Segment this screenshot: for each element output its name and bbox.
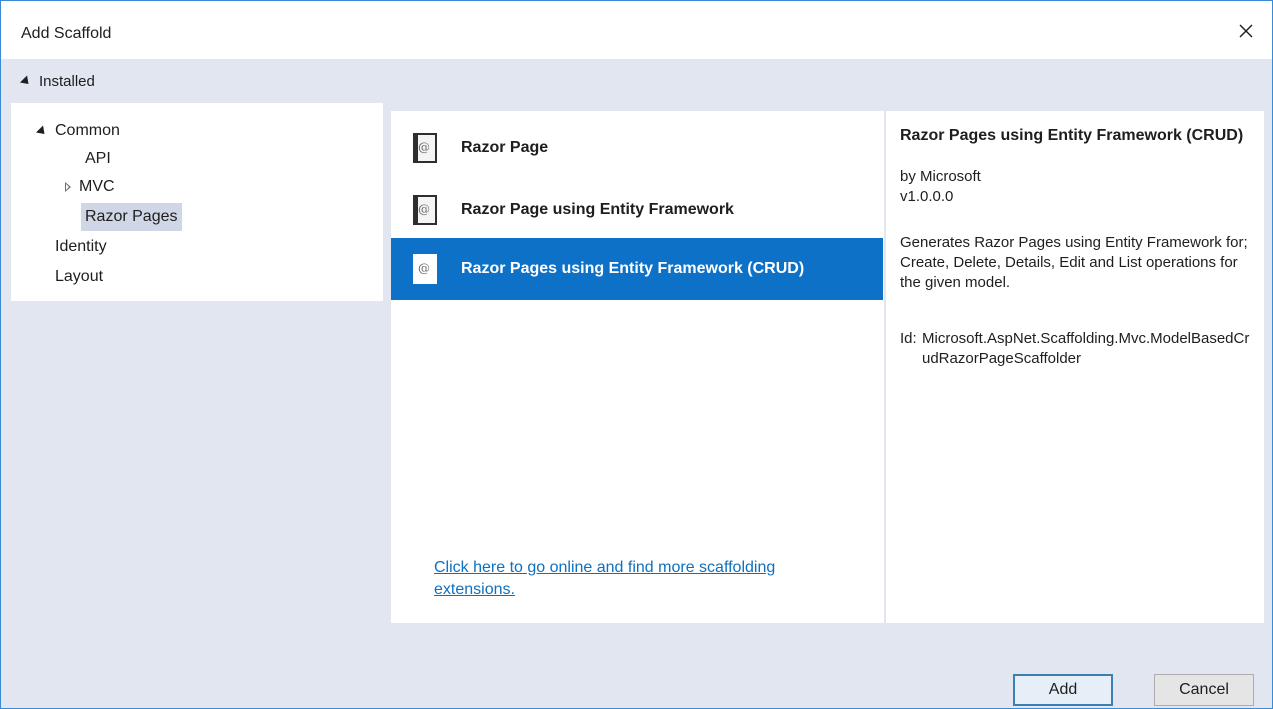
- detail-description: Generates Razor Pages using Entity Frame…: [900, 234, 1248, 291]
- collapse-arrow-icon: [19, 75, 33, 88]
- template-item-razor-page[interactable]: @ Razor Page: [391, 117, 883, 179]
- tree-item-label: Layout: [55, 268, 104, 285]
- detail-title: Razor Pages using Entity Framework (CRUD…: [900, 127, 1244, 144]
- dialog-title: Add Scaffold: [21, 25, 112, 42]
- template-list: @ Razor Page @ Razor Page using Entity F…: [391, 111, 884, 623]
- close-button[interactable]: [1232, 17, 1260, 45]
- tree-item-label: Razor Pages: [85, 208, 178, 225]
- tree-item-mvc[interactable]: MVC: [61, 173, 119, 201]
- tree-item-label: MVC: [79, 178, 115, 195]
- template-details: Razor Pages using Entity Framework (CRUD…: [885, 111, 1264, 623]
- expand-arrow-icon: [35, 124, 49, 138]
- template-label: Razor Page using Entity Framework: [461, 201, 734, 218]
- category-tree: Common API MVC Razor Pages Identity Layo…: [11, 103, 383, 301]
- tree-item-label: API: [85, 150, 111, 167]
- tree-item-layout[interactable]: Layout: [51, 263, 107, 291]
- razor-page-icon: @: [413, 133, 437, 163]
- razor-page-icon: @: [413, 195, 437, 225]
- expand-arrow-icon: [65, 182, 71, 192]
- detail-id-value: Microsoft.AspNet.Scaffolding.Mvc.ModelBa…: [922, 330, 1250, 367]
- tree-item-label: Identity: [55, 238, 107, 255]
- add-button[interactable]: Add: [1013, 674, 1113, 706]
- close-icon: [1239, 24, 1253, 38]
- detail-id-label: Id:: [900, 330, 917, 347]
- tree-item-identity[interactable]: Identity: [51, 233, 111, 261]
- title-bar: Add Scaffold: [1, 1, 1272, 59]
- installed-header[interactable]: Installed: [1, 59, 1272, 103]
- add-scaffold-dialog: Add Scaffold Installed Common API MVC Ra…: [0, 0, 1273, 709]
- tree-item-api[interactable]: API: [81, 145, 115, 173]
- detail-author: by Microsoft: [900, 168, 981, 185]
- online-scaffolding-link[interactable]: Click here to go online and find more sc…: [434, 557, 854, 601]
- razor-page-icon: @: [413, 254, 437, 284]
- template-item-razor-pages-ef-crud[interactable]: @ Razor Pages using Entity Framework (CR…: [391, 238, 883, 300]
- template-label: Razor Page: [461, 139, 549, 156]
- detail-version: v1.0.0.0: [900, 188, 954, 205]
- cancel-button[interactable]: Cancel: [1154, 674, 1254, 706]
- template-item-razor-page-ef[interactable]: @ Razor Page using Entity Framework: [391, 179, 883, 241]
- tree-item-razor-pages[interactable]: Razor Pages: [81, 203, 182, 231]
- tree-item-label: Common: [55, 122, 120, 139]
- template-label: Razor Pages using Entity Framework (CRUD…: [461, 260, 805, 277]
- tree-item-common[interactable]: Common: [33, 117, 124, 145]
- installed-label: Installed: [39, 73, 95, 90]
